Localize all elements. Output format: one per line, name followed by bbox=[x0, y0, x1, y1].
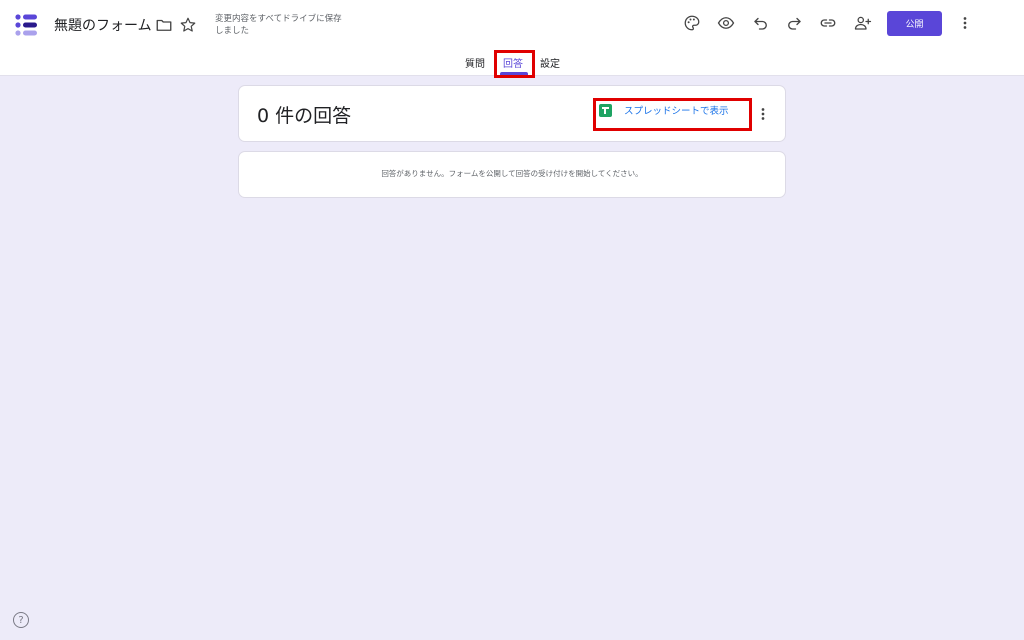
publish-button[interactable]: 公開 bbox=[887, 11, 942, 36]
redo-icon[interactable] bbox=[782, 11, 806, 35]
save-status: 変更内容をすべてドライブに保存しました bbox=[215, 14, 342, 36]
tab-responses[interactable]: 回答 bbox=[503, 55, 523, 70]
folder-icon[interactable] bbox=[152, 13, 176, 37]
active-tab-indicator bbox=[500, 72, 528, 75]
empty-state-message: 回答がありません。フォームを公開して回答の受け付けを開始してください。 bbox=[381, 169, 643, 178]
tab-questions[interactable]: 質問 bbox=[465, 55, 485, 70]
forms-logo-icon[interactable] bbox=[14, 12, 40, 38]
preview-eye-icon[interactable] bbox=[714, 11, 738, 35]
form-title[interactable]: 無題のフォーム bbox=[54, 15, 152, 35]
top-header: 無題のフォーム 変更内容をすべてドライブに保存しました 公開 質問 回答 設定 bbox=[0, 0, 1024, 76]
responses-more-icon[interactable] bbox=[751, 102, 775, 126]
sheets-icon bbox=[599, 103, 612, 117]
help-icon[interactable]: ? bbox=[13, 612, 29, 628]
view-in-sheets-link[interactable]: スプレッドシートで表示 bbox=[599, 103, 729, 117]
star-icon[interactable] bbox=[176, 13, 200, 37]
palette-icon[interactable] bbox=[680, 11, 704, 35]
link-icon[interactable] bbox=[816, 11, 840, 35]
add-collaborator-icon[interactable] bbox=[851, 11, 875, 35]
empty-state-card: 回答がありません。フォームを公開して回答の受け付けを開始してください。 bbox=[238, 151, 786, 198]
response-summary-card: 0 件の回答 スプレッドシートで表示 bbox=[238, 85, 786, 142]
tab-settings[interactable]: 設定 bbox=[540, 55, 560, 70]
view-in-sheets-label: スプレッドシートで表示 bbox=[624, 106, 729, 117]
response-count-title: 0 件の回答 bbox=[257, 105, 352, 127]
more-vert-icon[interactable] bbox=[953, 11, 977, 35]
undo-icon[interactable] bbox=[749, 11, 773, 35]
